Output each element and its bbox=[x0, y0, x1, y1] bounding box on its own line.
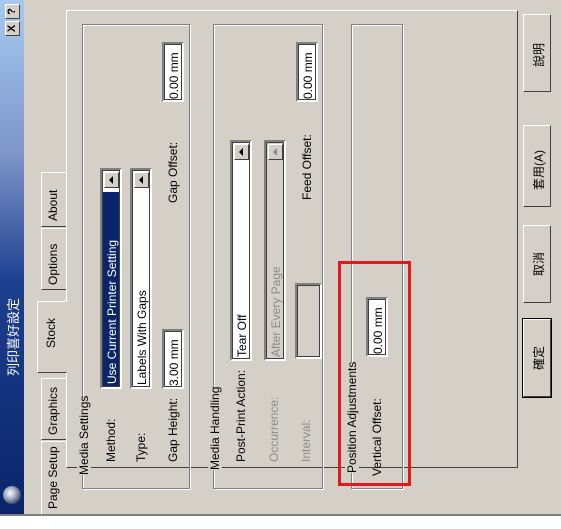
type-dropdown-button[interactable] bbox=[134, 172, 149, 188]
gap-offset-input[interactable]: 0.00 mm bbox=[162, 42, 184, 102]
interval-label: Interval: bbox=[299, 419, 313, 462]
title-bar[interactable]: 列印喜好設定 ? X bbox=[0, 0, 24, 514]
help-title-button[interactable]: ? bbox=[5, 4, 20, 19]
type-select[interactable]: Labels With Gaps bbox=[130, 168, 152, 389]
tab-options[interactable]: Options bbox=[41, 228, 67, 290]
tab-about[interactable]: About bbox=[41, 172, 67, 227]
feed-offset-label: Feed Offset: bbox=[300, 134, 314, 200]
type-label: Type: bbox=[134, 432, 148, 462]
occurrence-select[interactable]: After Every Page bbox=[264, 140, 286, 361]
feed-offset-input[interactable]: 0.00 mm bbox=[296, 42, 318, 102]
window-title: 列印喜好設定 bbox=[6, 297, 21, 376]
preferences-dialog: 列印喜好設定 ? X Page Setup Graphics Stock Opt… bbox=[0, 0, 561, 516]
close-title-button[interactable]: X bbox=[5, 21, 20, 36]
help-button[interactable]: 說明 bbox=[523, 14, 551, 92]
tab-page-setup[interactable]: Page Setup bbox=[41, 441, 67, 516]
interval-input[interactable] bbox=[295, 283, 322, 359]
apply-button[interactable]: 套用(A) bbox=[523, 125, 551, 207]
tab-stock[interactable]: Stock bbox=[37, 301, 67, 373]
gap-offset-label: Gap Offset: bbox=[166, 141, 180, 203]
highlight-box bbox=[338, 261, 411, 486]
post-print-action-select[interactable]: Tear Off bbox=[230, 140, 252, 361]
ok-button[interactable]: 確定 bbox=[522, 318, 552, 398]
desktop-strip bbox=[0, 514, 561, 529]
occurrence-dropdown-button[interactable] bbox=[268, 144, 283, 160]
method-label: Method: bbox=[104, 418, 118, 462]
tab-graphics[interactable]: Graphics bbox=[41, 378, 67, 440]
media-handling-title: Media Handling bbox=[208, 386, 222, 470]
post-print-dropdown-button[interactable] bbox=[234, 144, 249, 160]
printer-app-icon bbox=[3, 486, 21, 504]
gap-height-input[interactable]: 3.00 mm bbox=[162, 329, 184, 389]
method-dropdown-button[interactable] bbox=[104, 172, 119, 188]
cancel-button[interactable]: 取消 bbox=[523, 225, 551, 303]
media-settings-title: Media Settings bbox=[77, 395, 91, 475]
occurrence-label: Occurrence: bbox=[267, 396, 281, 462]
gap-height-label: Gap Height: bbox=[166, 397, 180, 462]
post-print-action-label: Post-Print Action: bbox=[234, 369, 248, 462]
method-select[interactable]: Use Current Printer Setting bbox=[100, 168, 122, 389]
